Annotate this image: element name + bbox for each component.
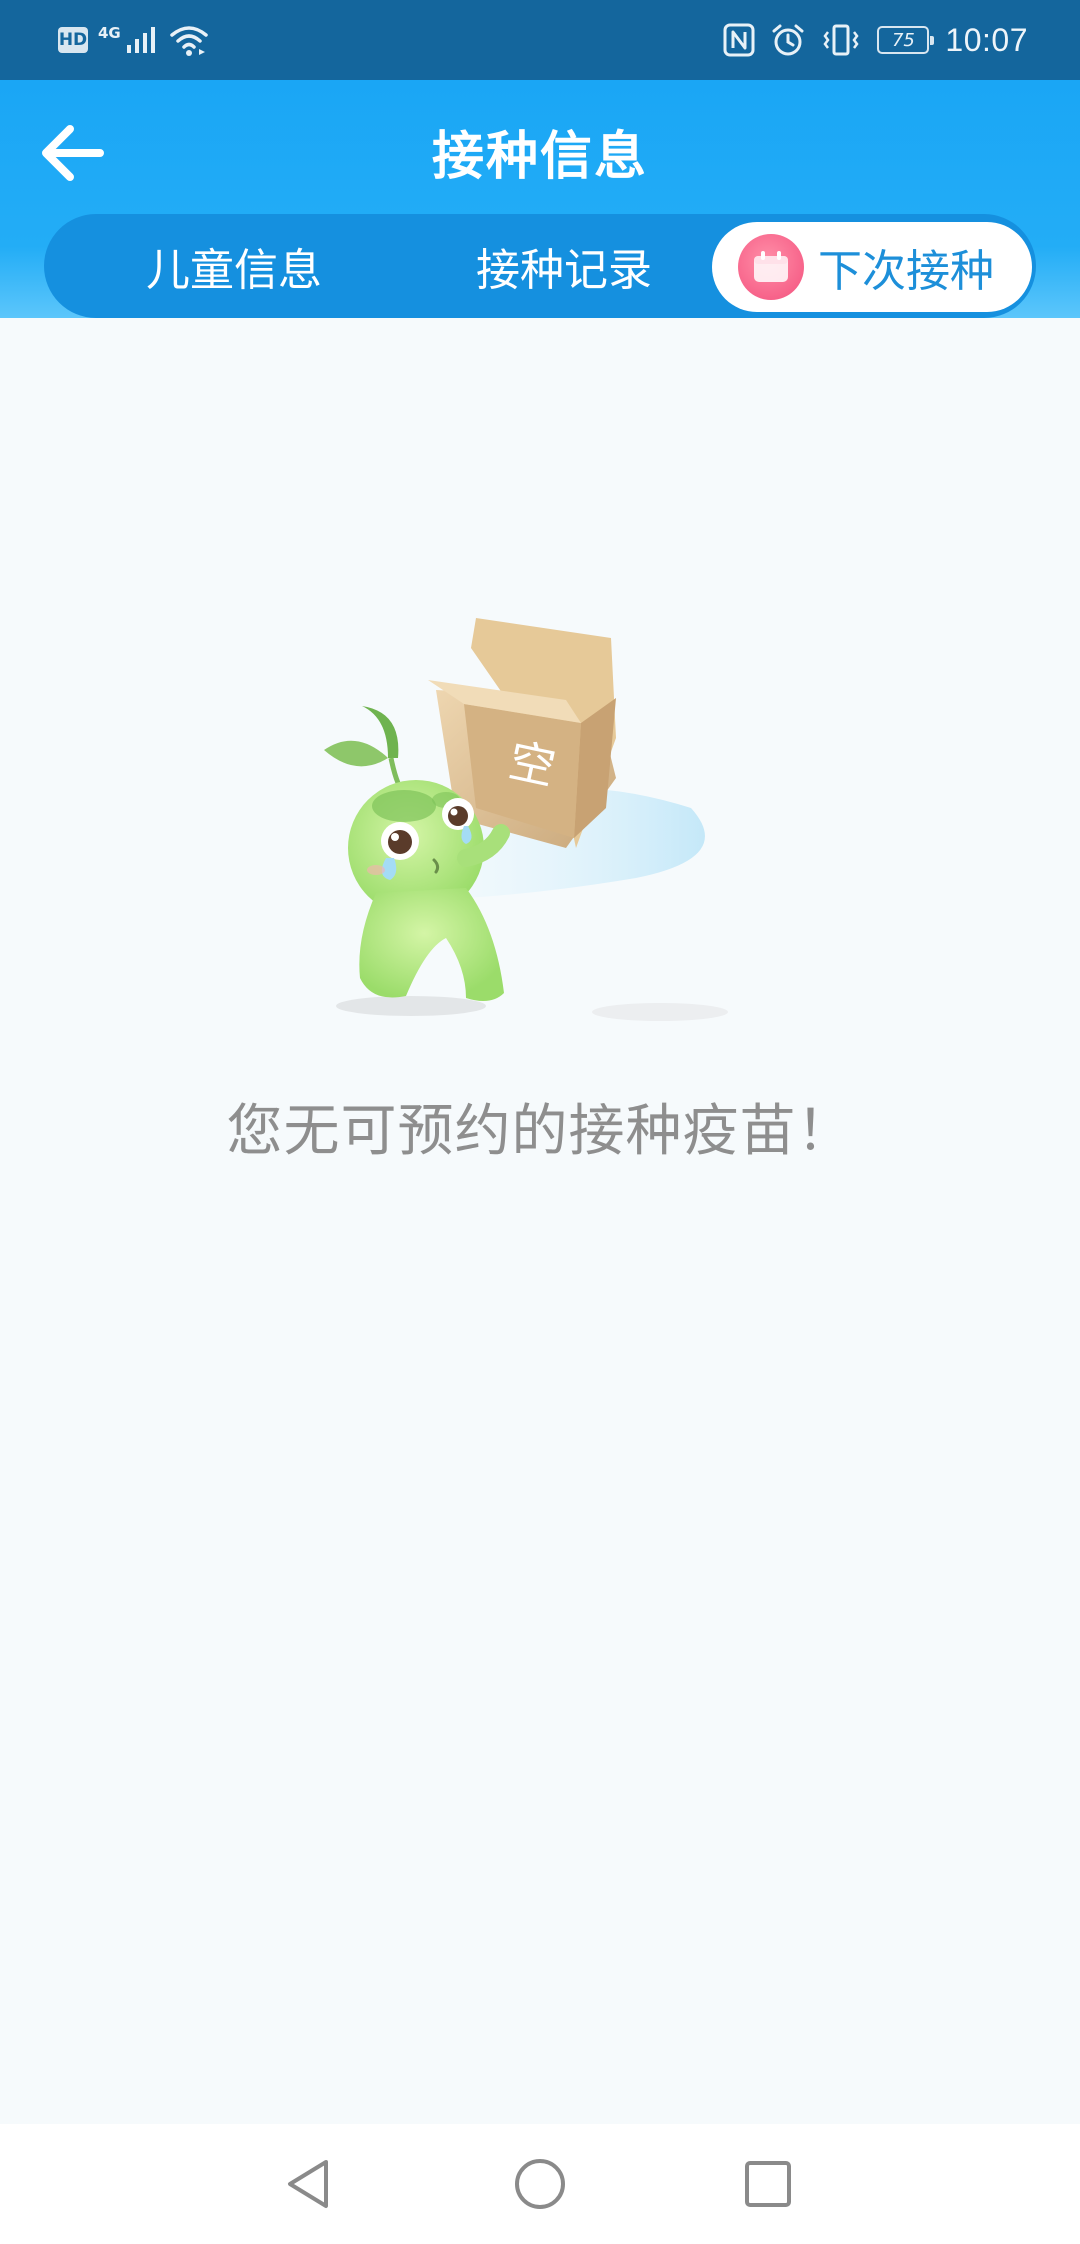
tab-bar: 儿童信息 接种记录 下次接种 (44, 214, 1036, 318)
circle-home-icon (515, 2159, 565, 2209)
vibrate-icon (823, 24, 859, 56)
wifi-icon (170, 26, 208, 56)
triangle-back-icon (288, 2160, 328, 2208)
nfc-icon (723, 23, 755, 57)
empty-state-illustration: 空 (316, 608, 766, 1028)
status-left: HD 4G (58, 18, 209, 62)
tab-vaccination-records[interactable]: 接种记录 (414, 214, 714, 318)
nav-home-button[interactable] (510, 2154, 570, 2214)
status-time: 10:07 (945, 21, 1028, 58)
nav-back-button[interactable] (278, 2154, 338, 2214)
status-bar: HD 4G 75 10:07 (0, 0, 1080, 80)
calendar-icon (738, 234, 804, 300)
tab-next-vaccination[interactable]: 下次接种 (712, 222, 1032, 312)
empty-state-message: 您无可预约的接种疫苗！ (226, 1099, 854, 1164)
navigation-bar (0, 2124, 1080, 2244)
tab-next-vaccination-label: 下次接种 (818, 246, 994, 297)
status-right: 75 10:07 (723, 16, 1028, 64)
battery-indicator: 75 (877, 26, 935, 54)
square-recents-icon (745, 2161, 791, 2207)
alarm-icon (772, 24, 804, 56)
nav-recents-button[interactable] (738, 2154, 798, 2214)
page-title: 接种信息 (431, 127, 648, 187)
tab-child-info[interactable]: 儿童信息 (84, 214, 384, 318)
network-type-label: 4G (98, 24, 121, 42)
app-header: 接种信息 儿童信息 接种记录 下次接种 (0, 80, 1080, 318)
sprout-character-illustration: 空 (324, 618, 728, 1021)
hd-badge: HD (58, 27, 88, 53)
screen: HD 4G 75 10:07 接种信息 儿童信息 接种记录 下次接种 空 您无可… (0, 0, 1080, 2244)
signal-icon (126, 27, 155, 53)
